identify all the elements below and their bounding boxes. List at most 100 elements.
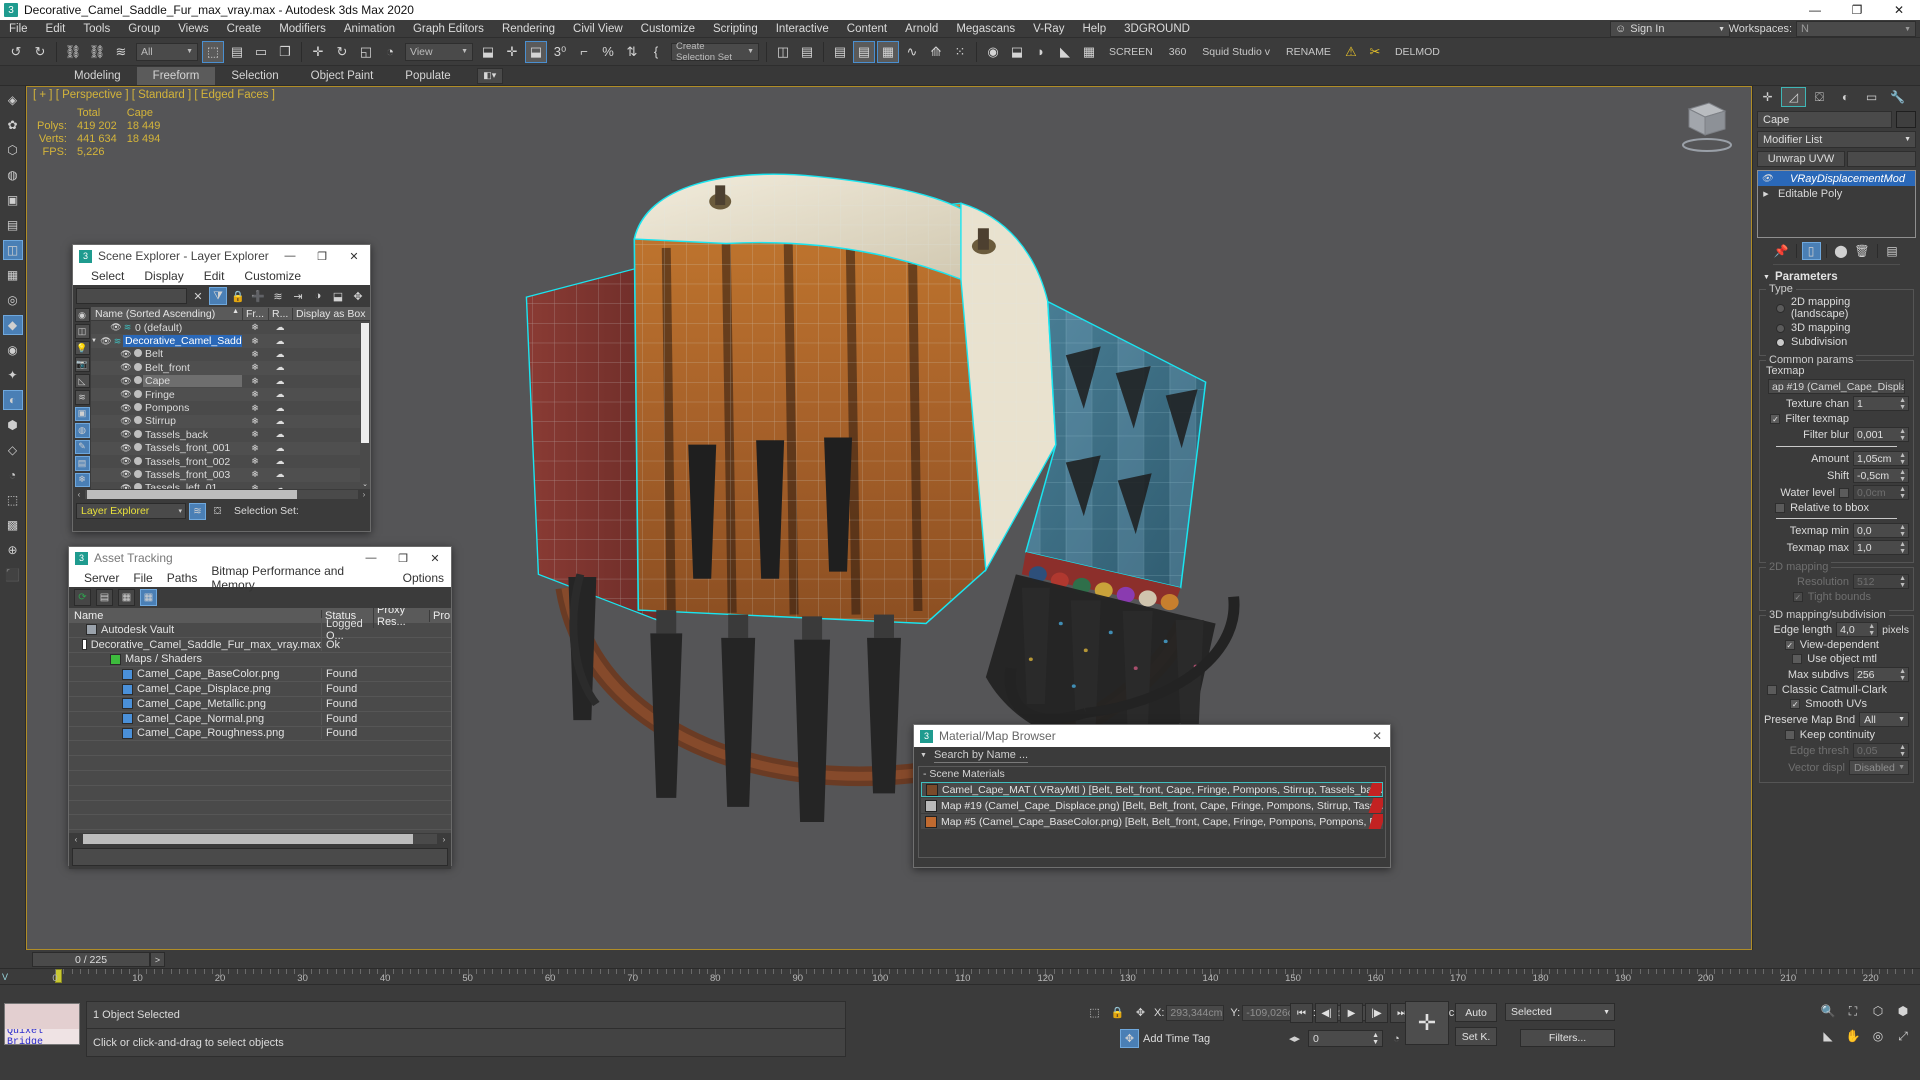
- eye-icon[interactable]: 👁: [120, 416, 132, 427]
- eye-icon[interactable]: 👁: [1760, 173, 1774, 184]
- scene-explorer-row[interactable]: 👁 Tassels_left_01 ❄ ☁: [91, 482, 370, 489]
- left-toolbar-icon-10[interactable]: ◉: [3, 340, 23, 360]
- frozen-icon[interactable]: ❄: [242, 389, 268, 400]
- grid-view-icon[interactable]: ▦: [140, 589, 157, 606]
- chevron-down-icon[interactable]: ⌄: [360, 479, 370, 489]
- preserve-map-dropdown[interactable]: All ▼: [1859, 712, 1909, 727]
- scene-explorer-filter-icon-0[interactable]: ◉: [74, 308, 90, 323]
- layer-view-icon[interactable]: ≋: [189, 502, 206, 520]
- eye-icon[interactable]: 👁: [120, 456, 132, 467]
- left-toolbar-icon-16[interactable]: ⬚: [3, 490, 23, 510]
- modifier-stack[interactable]: 👁 VRayDisplacementMod ▶ Editable Poly: [1757, 170, 1916, 238]
- scene-explorer-filter-icon-10[interactable]: ❄: [74, 472, 90, 487]
- material-browser-item[interactable]: Camel_Cape_MAT ( VRayMtl ) [Belt, Belt_f…: [921, 782, 1383, 797]
- search-input[interactable]: Search by Name ...: [933, 749, 1029, 763]
- select-scale-icon[interactable]: ◱: [355, 41, 377, 63]
- eye-icon[interactable]: 👁: [120, 469, 132, 480]
- close-button[interactable]: ✕: [1878, 0, 1920, 20]
- scene-explorer-menu-edit[interactable]: Edit: [194, 269, 235, 283]
- clear-search-icon[interactable]: ✕: [189, 287, 207, 305]
- menu-item-3dground[interactable]: 3DGROUND: [1115, 20, 1199, 38]
- eye-icon[interactable]: 👁: [120, 403, 132, 414]
- left-toolbar-icon-1[interactable]: ✿: [3, 115, 23, 135]
- scene-explorer-row[interactable]: 👁 Belt_front ❄ ☁: [91, 361, 370, 375]
- renderable-icon[interactable]: ☁: [268, 483, 292, 489]
- ref-coord-system-dropdown[interactable]: View ▼: [405, 42, 473, 61]
- current-frame-field[interactable]: 0 ▲ ▼: [1308, 1030, 1383, 1047]
- menu-item-file[interactable]: File: [0, 20, 37, 38]
- scrollbar-track[interactable]: [83, 834, 437, 844]
- scene-explorer-row[interactable]: 👁 Tassels_front_002 ❄ ☁: [91, 455, 370, 468]
- render-grid-icon[interactable]: ▦: [1078, 41, 1100, 63]
- renderable-icon[interactable]: ☁: [268, 376, 292, 387]
- renderable-icon[interactable]: ☁: [268, 469, 292, 480]
- renderable-icon[interactable]: ☁: [268, 429, 292, 440]
- left-toolbar-icon-14[interactable]: ◇: [3, 440, 23, 460]
- texmap-min-spinner[interactable]: 0,0 ▲ ▼: [1853, 523, 1909, 538]
- render-setup-icon[interactable]: ⬓: [1006, 41, 1028, 63]
- select-rotate-icon[interactable]: ↻: [331, 41, 353, 63]
- placement-icon[interactable]: ◔: [379, 41, 401, 63]
- modifier-stack-item[interactable]: ▶ Editable Poly: [1758, 186, 1915, 201]
- scene-explorer-row[interactable]: 👁 Fringe ❄ ☁: [91, 387, 370, 402]
- scene-explorer-row[interactable]: 👁 Tassels_back ❄ ☁: [91, 428, 370, 441]
- command-panel-tab-display[interactable]: ▭: [1859, 87, 1884, 107]
- left-toolbar-icon-11[interactable]: ✦: [3, 365, 23, 385]
- menu-item-scripting[interactable]: Scripting: [704, 20, 767, 38]
- left-toolbar-icon-17[interactable]: ▩: [3, 515, 23, 535]
- column-frozen[interactable]: Fr...: [242, 307, 268, 320]
- scene-explorer-menu-display[interactable]: Display: [134, 269, 193, 283]
- texmap-field[interactable]: ap #19 (Camel_Cape_Displace.pn: [1768, 379, 1905, 394]
- align-icon[interactable]: ▤: [796, 41, 818, 63]
- nav-icon-7[interactable]: ⤢: [1892, 1026, 1914, 1046]
- nav-icon-5[interactable]: ✋: [1842, 1026, 1864, 1046]
- column-name[interactable]: Name (Sorted Ascending) ▲: [91, 308, 242, 320]
- asset-tracking-menu-bitmap-performance-and-memory[interactable]: Bitmap Performance and Memory: [204, 564, 395, 592]
- layer-explorer-icon[interactable]: ▤: [829, 41, 851, 63]
- renderable-icon[interactable]: ☁: [268, 336, 292, 347]
- asset-tracking-row[interactable]: Camel_Cape_BaseColor.png Found: [69, 667, 451, 683]
- lock-selection-icon[interactable]: 🔒: [1108, 1003, 1127, 1022]
- spinner-arrows-icon[interactable]: ▲ ▼: [1899, 397, 1906, 411]
- asset-tracking-hscrollbar[interactable]: ‹ ›: [69, 833, 451, 845]
- material-editor-icon[interactable]: ◉: [982, 41, 1004, 63]
- nav-icon-4[interactable]: ◣: [1817, 1026, 1839, 1046]
- nav-icon-1[interactable]: ⛶: [1842, 1001, 1864, 1021]
- key-mode-icon[interactable]: ◂▸: [1285, 1029, 1304, 1048]
- key-filters-icon[interactable]: ◔: [1387, 1029, 1406, 1048]
- playback-button-1[interactable]: ◀|: [1315, 1003, 1338, 1023]
- lock-icon[interactable]: 🔒: [229, 287, 247, 305]
- chevron-left-icon[interactable]: ‹: [73, 490, 85, 499]
- scrollbar-thumb[interactable]: [361, 323, 369, 443]
- nav-icon-2[interactable]: ⬡: [1867, 1001, 1889, 1021]
- menu-item-edit[interactable]: Edit: [37, 20, 75, 38]
- eye-icon[interactable]: 👁: [110, 322, 122, 333]
- left-toolbar-icon-15[interactable]: ◔: [3, 465, 23, 485]
- configure-sets-icon[interactable]: ▤: [1883, 242, 1902, 260]
- modifier-list-dropdown[interactable]: Modifier List ▼: [1757, 131, 1916, 148]
- freeze-icon[interactable]: ⬓: [329, 287, 347, 305]
- renderable-icon[interactable]: ☁: [268, 389, 292, 400]
- left-toolbar-icon-6[interactable]: ◫: [2, 240, 23, 260]
- unlink-icon[interactable]: ⛓: [86, 41, 108, 63]
- warning-icon[interactable]: ⚠: [1340, 41, 1362, 63]
- eye-icon[interactable]: 👁: [120, 429, 132, 440]
- select-highlight-icon[interactable]: ⇥: [289, 287, 307, 305]
- menu-item-help[interactable]: Help: [1073, 20, 1115, 38]
- asset-tracking-window[interactable]: 3 Asset Tracking — ❐ ✕ Server File Paths Bi…: [68, 546, 452, 869]
- layers-icon[interactable]: ≋: [269, 287, 287, 305]
- max-subdivs-spinner[interactable]: 256 ▲ ▼: [1853, 667, 1909, 682]
- modifier-slot-empty[interactable]: [1847, 151, 1916, 167]
- scene-explorer-filter-icon-8[interactable]: ✎: [74, 439, 90, 455]
- left-toolbar-icon-8[interactable]: ◎: [3, 290, 23, 310]
- eye-icon[interactable]: 👁: [120, 443, 132, 454]
- nav-icon-3[interactable]: ⬢: [1892, 1001, 1914, 1021]
- scrollbar-track[interactable]: [85, 490, 358, 499]
- column-proxy-res[interactable]: Proxy Res...: [373, 608, 429, 628]
- pin-stack-icon[interactable]: 📌: [1772, 242, 1791, 260]
- menu-item-modifiers[interactable]: Modifiers: [270, 20, 335, 38]
- delmod-label[interactable]: DELMOD: [1387, 46, 1448, 58]
- frozen-icon[interactable]: ❄: [242, 322, 268, 333]
- filter-blur-spinner[interactable]: 0,001 ▲ ▼: [1853, 427, 1909, 442]
- spinner-arrows-icon[interactable]: ▲ ▼: [1899, 452, 1906, 466]
